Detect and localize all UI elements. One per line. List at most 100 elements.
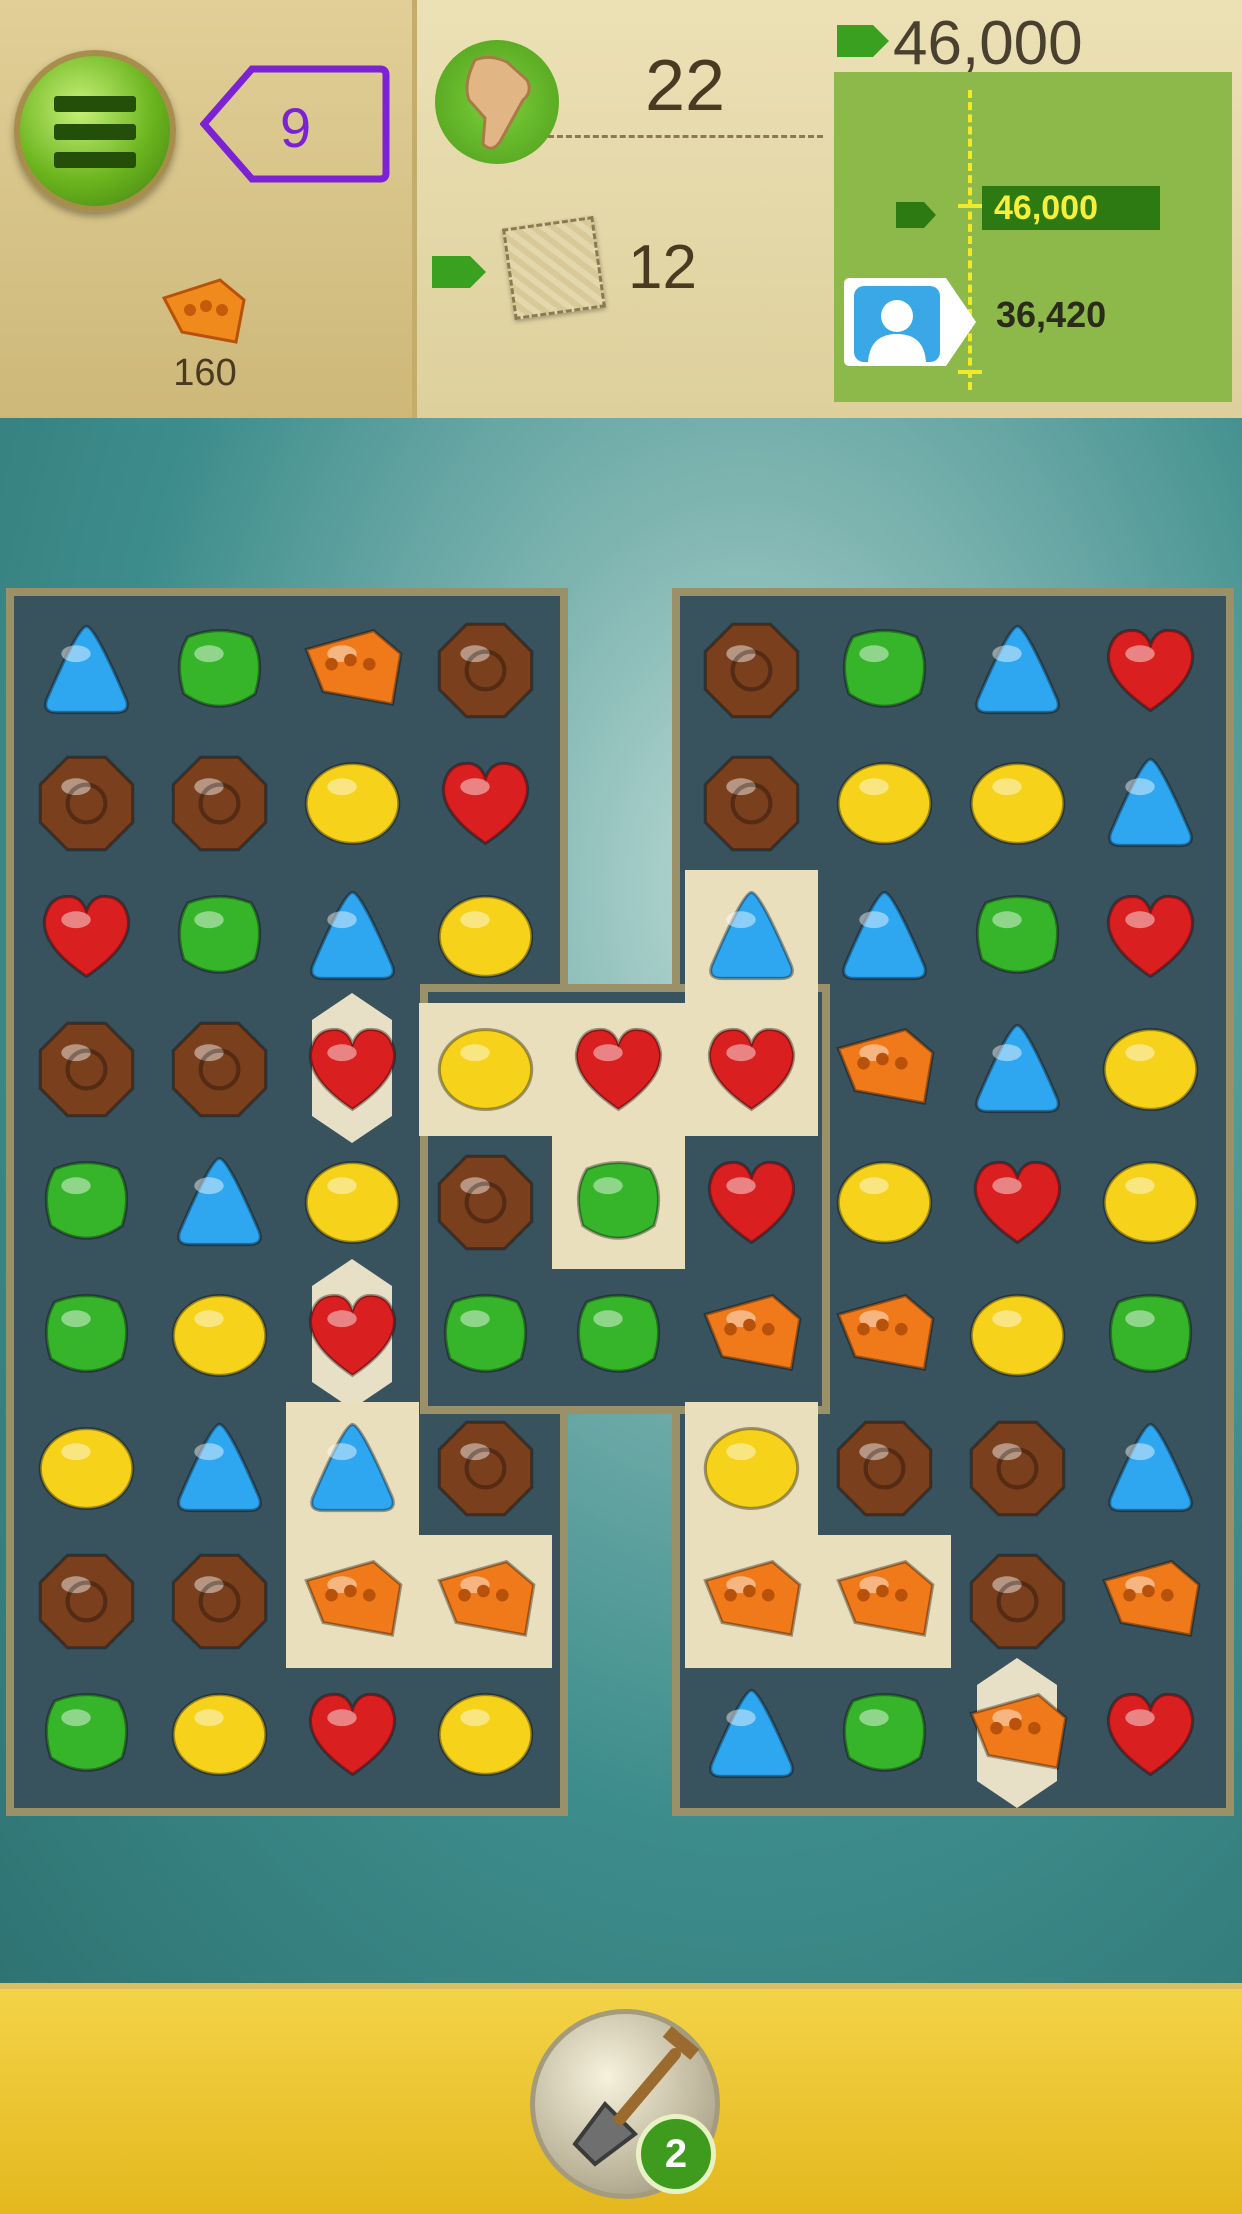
board-cell[interactable] <box>153 1269 286 1402</box>
board-cell[interactable] <box>20 1003 153 1136</box>
orange-candy <box>703 1293 802 1371</box>
board-cell[interactable] <box>1084 737 1217 870</box>
yellow-candy <box>38 1427 135 1510</box>
board-cell[interactable] <box>818 1668 951 1801</box>
board-cell[interactable] <box>286 1136 419 1269</box>
board-cell[interactable] <box>951 1003 1084 1136</box>
board-cell[interactable] <box>1084 1668 1217 1801</box>
board-cell[interactable] <box>1084 1269 1217 1402</box>
board-cell[interactable] <box>951 870 1084 1003</box>
green-candy <box>443 1294 528 1373</box>
board-cell[interactable] <box>818 1269 951 1402</box>
green-candy <box>44 1693 129 1772</box>
orange-candy <box>304 628 403 706</box>
board-cell[interactable] <box>20 1535 153 1668</box>
red-candy <box>308 1293 397 1378</box>
board-cell[interactable] <box>286 993 419 1143</box>
red-candy <box>707 1027 796 1112</box>
board-cell[interactable] <box>685 1535 818 1668</box>
board-cell[interactable] <box>1084 1003 1217 1136</box>
board-cell[interactable] <box>20 1668 153 1801</box>
board-cell[interactable] <box>818 1136 951 1269</box>
board-cell[interactable] <box>951 1658 1084 1808</box>
blue-candy <box>310 1422 395 1513</box>
board-cell[interactable] <box>153 604 286 737</box>
brown-candy <box>38 1553 135 1650</box>
board-cell[interactable] <box>818 604 951 737</box>
swipe-indicator <box>435 40 559 164</box>
board-cell[interactable] <box>951 1402 1084 1535</box>
board-cell[interactable] <box>818 1402 951 1535</box>
board-cell[interactable] <box>685 870 818 1003</box>
yellow-candy <box>171 1294 268 1377</box>
menu-button[interactable] <box>14 50 176 212</box>
board-cell[interactable] <box>1084 1136 1217 1269</box>
brown-candy <box>38 755 135 852</box>
board-cell[interactable] <box>419 604 552 737</box>
divider <box>548 135 823 138</box>
blue-candy <box>975 624 1060 715</box>
board-cell[interactable] <box>20 1136 153 1269</box>
board-cell[interactable] <box>153 737 286 870</box>
board-cell[interactable] <box>286 870 419 1003</box>
green-candy <box>177 895 262 974</box>
board-cell[interactable] <box>153 1402 286 1535</box>
board-cell[interactable] <box>818 1535 951 1668</box>
board-cell[interactable] <box>419 1535 552 1668</box>
brown-candy <box>171 1553 268 1650</box>
board-cell[interactable] <box>419 1003 552 1136</box>
board-cell[interactable] <box>951 1136 1084 1269</box>
board-cell[interactable] <box>20 737 153 870</box>
board-cell[interactable] <box>951 604 1084 737</box>
board-cell[interactable] <box>951 737 1084 870</box>
board-cell[interactable] <box>1084 1402 1217 1535</box>
moves-left-value: 9 <box>280 96 312 159</box>
board-cell[interactable] <box>419 1136 552 1269</box>
board-cell[interactable] <box>286 1402 419 1535</box>
board-cell[interactable] <box>419 1668 552 1801</box>
board-cell[interactable] <box>685 1003 818 1136</box>
board-cell[interactable] <box>685 1269 818 1402</box>
board-cell[interactable] <box>685 1136 818 1269</box>
board-cell[interactable] <box>818 870 951 1003</box>
board-cell[interactable] <box>20 1269 153 1402</box>
board-cell[interactable] <box>286 1259 419 1409</box>
board-cell[interactable] <box>685 1668 818 1801</box>
orange-candy <box>969 1692 1068 1770</box>
board-cell[interactable] <box>153 1003 286 1136</box>
board-cell[interactable] <box>685 737 818 870</box>
board-cell[interactable] <box>1084 870 1217 1003</box>
board-cell[interactable] <box>951 1535 1084 1668</box>
board-cell[interactable] <box>286 737 419 870</box>
orange-candy <box>304 1559 403 1637</box>
board-cell[interactable] <box>552 1136 685 1269</box>
board-cell[interactable] <box>1084 604 1217 737</box>
cheese-candy-icon <box>161 278 246 344</box>
board-cell[interactable] <box>685 1402 818 1535</box>
board-cell[interactable] <box>419 1269 552 1402</box>
board-cell[interactable] <box>818 1003 951 1136</box>
board-cell[interactable] <box>1084 1535 1217 1668</box>
board-cell[interactable] <box>818 737 951 870</box>
board-cell[interactable] <box>286 1535 419 1668</box>
board-cell[interactable] <box>951 1269 1084 1402</box>
board-cell[interactable] <box>20 604 153 737</box>
board-cell[interactable] <box>552 1003 685 1136</box>
blue-candy <box>842 890 927 981</box>
board-cell[interactable] <box>419 870 552 1003</box>
board-cell[interactable] <box>419 737 552 870</box>
board-cell[interactable] <box>153 1668 286 1801</box>
board-cell[interactable] <box>153 1136 286 1269</box>
board-cell[interactable] <box>552 1269 685 1402</box>
board-cell[interactable] <box>286 1668 419 1801</box>
board-cell[interactable] <box>153 870 286 1003</box>
red-candy <box>574 1027 663 1112</box>
board-cell[interactable] <box>20 1402 153 1535</box>
board-cell[interactable] <box>153 1535 286 1668</box>
board-cell[interactable] <box>286 604 419 737</box>
board-cell[interactable] <box>20 870 153 1003</box>
blue-candy <box>709 1688 794 1779</box>
board-cell[interactable] <box>419 1402 552 1535</box>
hud-left-panel: 9 160 <box>0 0 417 418</box>
board-cell[interactable] <box>685 604 818 737</box>
